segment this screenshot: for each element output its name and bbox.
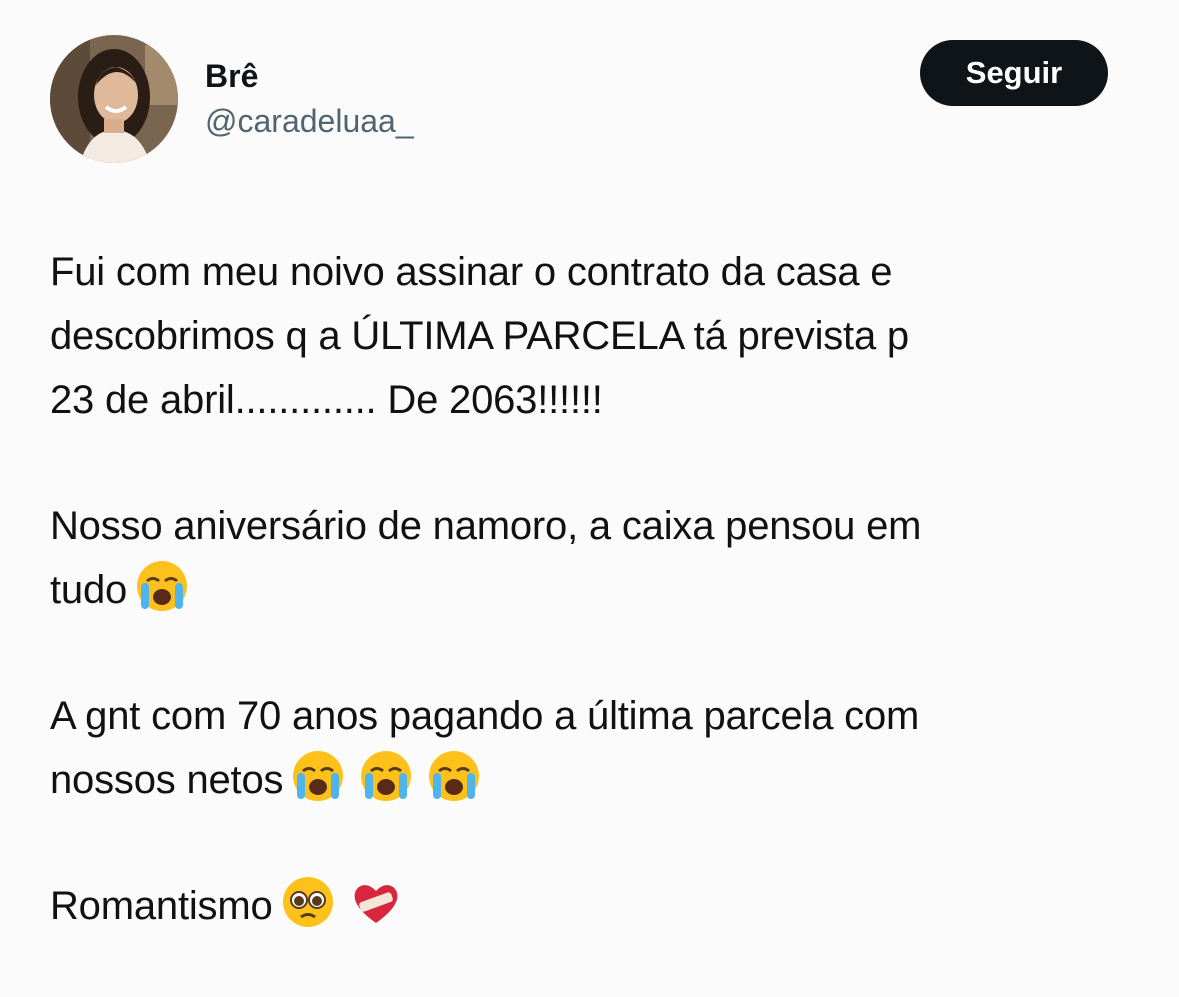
- tweet-line-with-emoji: tudo: [50, 558, 1140, 622]
- crying-face-icon: [293, 751, 344, 801]
- tweet-line: Fui com meu noivo assinar o contrato da …: [50, 250, 893, 294]
- tweet-line-with-emoji: Romantismo: [50, 874, 1140, 938]
- tweet-paragraph: Nosso aniversário de namoro, a caixa pen…: [50, 494, 1140, 622]
- tweet-line-text: nossos netos: [50, 758, 284, 802]
- tweet-text: Fui com meu noivo assinar o contrato da …: [50, 240, 1140, 997]
- tweet-header: Brê @caradeluaa_ Seguir: [50, 35, 1120, 165]
- tweet-paragraph: Romantismo: [50, 874, 1140, 938]
- avatar[interactable]: [50, 35, 178, 163]
- tweet-line-with-emoji: nossos netos: [50, 748, 1140, 812]
- avatar-photo-icon: [50, 35, 178, 163]
- crying-face-icon: [361, 751, 412, 801]
- crying-face-icon: [137, 561, 188, 611]
- crying-face-icon: [429, 751, 480, 801]
- tweet-line-text: Romantismo: [50, 884, 273, 928]
- tweet-line: Nosso aniversário de namoro, a caixa pen…: [50, 504, 922, 548]
- tweet-line-text: tudo: [50, 568, 128, 612]
- tweet-line: 23 de abril............. De 2063!!!!!!: [50, 378, 603, 422]
- user-handle[interactable]: @caradeluaa_: [205, 101, 414, 141]
- tweet-card: Brê @caradeluaa_ Seguir Fui com meu noiv…: [0, 0, 1179, 997]
- tweet-paragraph: Fui com meu noivo assinar o contrato da …: [50, 240, 1140, 432]
- pleading-face-icon: [282, 877, 333, 927]
- display-name[interactable]: Brê: [205, 57, 414, 95]
- user-info: Brê @caradeluaa_: [205, 57, 414, 141]
- tweet-line: A gnt com 70 anos pagando a última parce…: [50, 694, 920, 738]
- tweet-paragraph: A gnt com 70 anos pagando a última parce…: [50, 684, 1140, 812]
- follow-button[interactable]: Seguir: [920, 40, 1108, 106]
- mending-heart-icon: [354, 885, 397, 923]
- tweet-line: descobrimos q a ÚLTIMA PARCELA tá previs…: [50, 314, 909, 358]
